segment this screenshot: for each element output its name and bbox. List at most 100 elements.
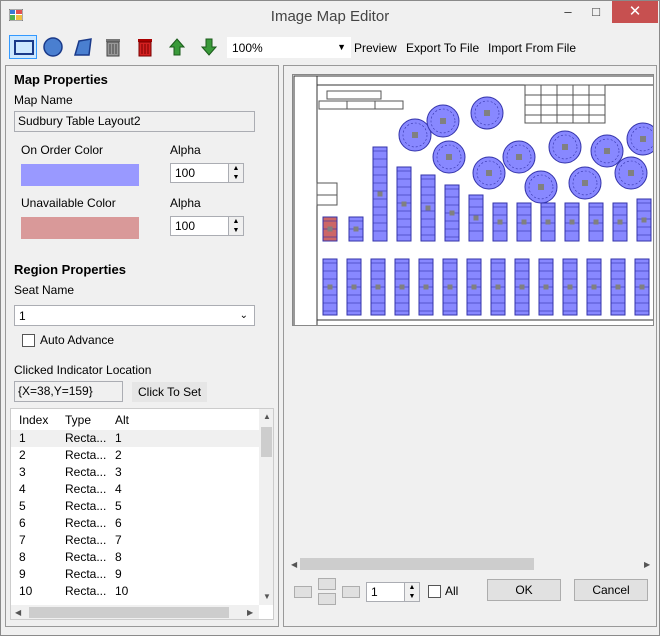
move-down-button[interactable] xyxy=(195,35,223,59)
rectangle-tool-button[interactable] xyxy=(9,35,37,59)
scroll-right-icon[interactable]: ▶ xyxy=(644,560,650,569)
delete-region-button[interactable] xyxy=(99,35,127,59)
nav-right-button[interactable] xyxy=(342,586,360,598)
zoom-select[interactable]: 100% ▼ xyxy=(227,37,351,58)
unavailable-color-swatch[interactable] xyxy=(21,217,139,239)
click-to-set-button[interactable]: Click To Set xyxy=(132,382,208,402)
all-checkbox[interactable] xyxy=(428,585,441,598)
map-horizontal-scroll-thumb[interactable] xyxy=(300,558,534,570)
table-row[interactable]: 3 Recta... 3 xyxy=(11,464,259,481)
seat-marker[interactable] xyxy=(545,219,551,225)
grid-horizontal-scrollbar[interactable]: ◀ ▶ xyxy=(11,605,259,619)
table-row[interactable]: 6 Recta... 6 xyxy=(11,515,259,532)
seat-marker[interactable] xyxy=(519,284,525,290)
seat-marker[interactable] xyxy=(377,191,383,197)
table-row[interactable]: 4 Recta... 4 xyxy=(11,481,259,498)
seat-marker[interactable] xyxy=(440,118,446,124)
scroll-left-icon[interactable]: ◀ xyxy=(15,608,21,617)
table-row[interactable]: 10 Recta... 10 xyxy=(11,583,259,600)
table-row[interactable]: 5 Recta... 5 xyxy=(11,498,259,515)
seat-marker[interactable] xyxy=(327,226,333,232)
seat-marker[interactable] xyxy=(640,136,646,142)
export-to-file-button[interactable]: Export To File xyxy=(406,41,479,55)
grid-horizontal-scroll-thumb[interactable] xyxy=(29,607,229,618)
seat-marker[interactable] xyxy=(582,180,588,186)
stepper-arrows-icon[interactable]: ▲ ▼ xyxy=(404,583,419,601)
cancel-button[interactable]: Cancel xyxy=(574,579,648,601)
seat-marker[interactable] xyxy=(569,219,575,225)
seat-marker[interactable] xyxy=(446,154,452,160)
seat-marker[interactable] xyxy=(447,284,453,290)
seat-marker[interactable] xyxy=(639,284,645,290)
nav-left-button[interactable] xyxy=(294,586,312,598)
seat-marker[interactable] xyxy=(562,144,568,150)
seat-marker[interactable] xyxy=(516,154,522,160)
seat-marker[interactable] xyxy=(351,284,357,290)
seat-marker[interactable] xyxy=(375,284,381,290)
seat-marker[interactable] xyxy=(521,219,527,225)
on-order-color-swatch[interactable] xyxy=(21,164,139,186)
scroll-up-icon[interactable]: ▲ xyxy=(263,412,271,421)
preview-button[interactable]: Preview xyxy=(354,41,397,55)
seat-marker[interactable] xyxy=(412,132,418,138)
seat-marker[interactable] xyxy=(538,184,544,190)
seat-marker[interactable] xyxy=(615,284,621,290)
seat-marker[interactable] xyxy=(567,284,573,290)
seat-name-select[interactable]: 1 ⌄ xyxy=(14,305,255,326)
stepper-arrows-icon[interactable]: ▲ ▼ xyxy=(228,217,243,235)
seat-marker[interactable] xyxy=(497,219,503,225)
maximize-button[interactable]: □ xyxy=(583,1,609,23)
auto-advance-checkbox[interactable] xyxy=(22,334,35,347)
map-name-input[interactable]: Sudbury Table Layout2 xyxy=(14,111,255,132)
seat-marker[interactable] xyxy=(593,219,599,225)
scroll-left-icon[interactable]: ◀ xyxy=(291,560,297,569)
nav-up-button[interactable] xyxy=(318,578,336,590)
column-header-alt[interactable]: Alt xyxy=(115,413,129,427)
map-horizontal-scrollbar[interactable]: ◀ ▶ xyxy=(288,556,654,572)
clear-all-button[interactable] xyxy=(131,35,159,59)
seat-marker[interactable] xyxy=(617,219,623,225)
page-stepper[interactable]: 1 ▲ ▼ xyxy=(366,582,420,602)
table-row[interactable]: 7 Recta... 7 xyxy=(11,532,259,549)
move-up-button[interactable] xyxy=(163,35,191,59)
seat-marker[interactable] xyxy=(628,170,634,176)
seat-marker[interactable] xyxy=(401,201,407,207)
clicked-indicator-input[interactable]: {X=38,Y=159} xyxy=(14,381,123,402)
seat-marker[interactable] xyxy=(471,284,477,290)
seat-marker[interactable] xyxy=(484,110,490,116)
close-button[interactable]: ✕ xyxy=(612,1,658,23)
scroll-down-icon[interactable]: ▼ xyxy=(263,592,271,601)
seat-marker[interactable] xyxy=(543,284,549,290)
seat-marker[interactable] xyxy=(423,284,429,290)
unavailable-alpha-stepper[interactable]: 100 ▲ ▼ xyxy=(170,216,244,236)
import-from-file-button[interactable]: Import From File xyxy=(488,41,576,55)
circle-tool-button[interactable] xyxy=(39,35,67,59)
seat-marker[interactable] xyxy=(486,170,492,176)
grid-vertical-scroll-thumb[interactable] xyxy=(261,427,272,457)
stepper-arrows-icon[interactable]: ▲ ▼ xyxy=(228,164,243,182)
polygon-tool-button[interactable] xyxy=(69,35,97,59)
seat-marker[interactable] xyxy=(473,215,479,221)
seat-marker[interactable] xyxy=(353,226,359,232)
ok-button[interactable]: OK xyxy=(487,579,561,601)
minimize-button[interactable]: – xyxy=(555,1,581,23)
column-header-index[interactable]: Index xyxy=(19,413,48,427)
map-canvas[interactable] xyxy=(292,74,654,326)
column-header-type[interactable]: Type xyxy=(65,413,91,427)
scroll-right-icon[interactable]: ▶ xyxy=(247,608,253,617)
seat-marker[interactable] xyxy=(641,217,647,223)
table-row[interactable]: 9 Recta... 9 xyxy=(11,566,259,583)
grid-vertical-scrollbar[interactable]: ▲ ▼ xyxy=(259,409,273,605)
on-order-alpha-stepper[interactable]: 100 ▲ ▼ xyxy=(170,163,244,183)
seat-marker[interactable] xyxy=(327,284,333,290)
table-row[interactable]: 1 Recta... 1 xyxy=(11,430,259,447)
seat-marker[interactable] xyxy=(399,284,405,290)
seat-marker[interactable] xyxy=(591,284,597,290)
seating-map[interactable] xyxy=(293,75,654,326)
seat-marker[interactable] xyxy=(495,284,501,290)
seat-marker[interactable] xyxy=(604,148,610,154)
nav-down-button[interactable] xyxy=(318,593,336,605)
table-row[interactable]: 2 Recta... 2 xyxy=(11,447,259,464)
seat-marker[interactable] xyxy=(449,210,455,216)
table-row[interactable]: 8 Recta... 8 xyxy=(11,549,259,566)
